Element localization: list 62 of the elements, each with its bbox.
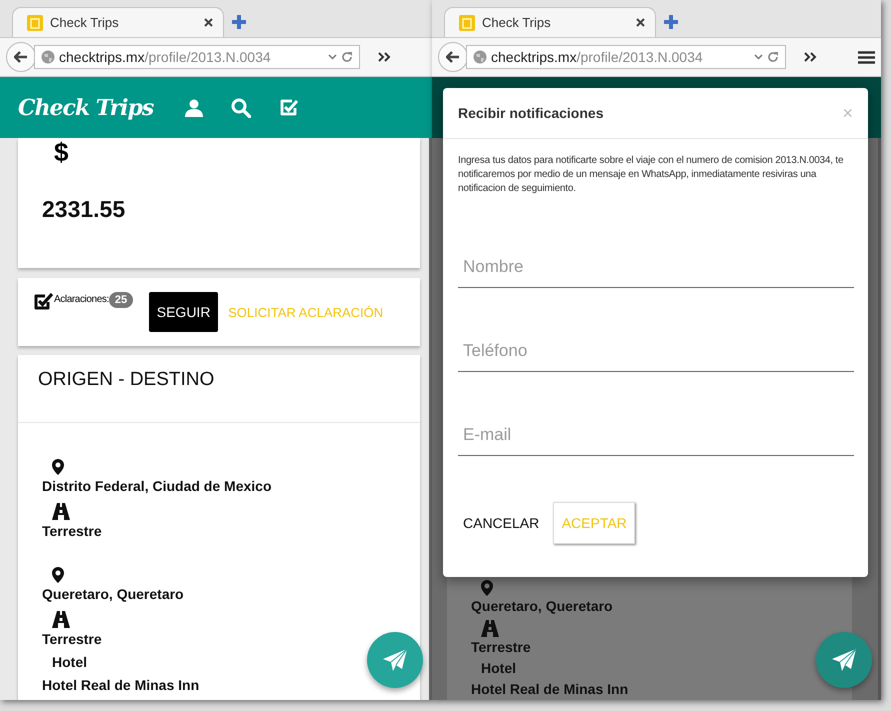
address-bar[interactable]: checktrips.mx/profile/2013.N.0034 [34, 45, 360, 69]
double-chevron-icon[interactable] [378, 52, 392, 62]
paper-plane-icon [382, 648, 408, 672]
search-icon[interactable] [231, 98, 252, 118]
back-button[interactable] [6, 42, 36, 72]
reload-icon[interactable] [767, 51, 779, 63]
app-logo[interactable]: Check Trips [18, 94, 154, 120]
transport-mode: Terrestre [471, 638, 532, 657]
url-text: checktrips.mx/profile/2013.N.0034 [59, 49, 272, 65]
clarifications-count: 25 [108, 292, 134, 308]
menu-icon[interactable] [858, 50, 875, 64]
paper-plane-icon [831, 648, 857, 672]
input-field[interactable]: E-mail [458, 419, 854, 456]
road-icon [481, 620, 499, 637]
close-icon[interactable] [636, 18, 645, 27]
road-icon [52, 611, 70, 628]
location-pin-icon [481, 580, 493, 596]
cancel-button[interactable]: CANCELAR [453, 502, 550, 544]
suitcase-icon [27, 14, 43, 30]
caret-icon[interactable] [754, 54, 763, 60]
caret-icon[interactable] [328, 54, 337, 60]
address-bar[interactable]: checktrips.mx/profile/2013.N.0034 [466, 45, 786, 69]
road-icon [52, 503, 70, 520]
hotel-label: Hotel [480, 659, 517, 678]
new-tab-icon[interactable] [664, 15, 678, 29]
back-button[interactable] [438, 42, 468, 72]
input-field[interactable]: Nombre [458, 251, 854, 288]
price-amount: 2331.55 [42, 196, 126, 223]
globe-icon [41, 50, 55, 64]
double-chevron-icon[interactable] [804, 52, 818, 62]
transport-mode: Terrestre [42, 630, 103, 649]
clarifications-label: Aclaraciones: [54, 294, 109, 305]
place-name: Queretaro, Queretaro [42, 585, 185, 604]
browser-tab[interactable]: Check Trips [12, 7, 224, 37]
place-name: Distrito Federal, Ciudad de Mexico [42, 477, 272, 496]
transport-mode: Terrestre [42, 522, 103, 541]
follow-button[interactable]: SEGUIR [149, 292, 218, 332]
checkbox-icon [34, 292, 54, 311]
input-field[interactable]: Teléfono [458, 335, 854, 372]
back-arrow-icon [446, 51, 460, 63]
place-name: Queretaro, Queretaro [471, 597, 614, 616]
location-pin-icon [52, 459, 64, 475]
url-text: checktrips.mx/profile/2013.N.0034 [491, 49, 704, 65]
route-title: ORIGEN - DESTINO [38, 369, 214, 390]
hotel-name: Hotel Real de Minas Inn [471, 680, 630, 699]
hotel-name: Hotel Real de Minas Inn [42, 676, 200, 695]
location-pin-icon [52, 567, 64, 583]
user-icon[interactable] [185, 98, 204, 116]
tab-title: Check Trips [50, 15, 120, 30]
close-icon[interactable] [204, 18, 213, 27]
dialog-title: Recibir notificaciones [458, 105, 604, 121]
browser-tab[interactable]: Check Trips [444, 7, 656, 37]
checkbox-icon[interactable] [279, 98, 300, 118]
suitcase-icon [459, 14, 475, 30]
new-tab-icon[interactable] [232, 15, 246, 29]
hotel-label: Hotel [51, 653, 88, 672]
back-arrow-icon [14, 51, 28, 63]
currency-symbol: $ [54, 138, 68, 166]
reload-icon[interactable] [341, 51, 353, 63]
tab-title: Check Trips [482, 15, 552, 30]
globe-icon [473, 50, 487, 64]
dialog-message: Ingresa tus datos para notificarte sobre el viaje con el numero de comision 2013.N.0034, te notificaremos por medio de un mensaje en WhatsApp, inmediatamente resiviras una notificacion de seguimiento. [457, 154, 844, 196]
